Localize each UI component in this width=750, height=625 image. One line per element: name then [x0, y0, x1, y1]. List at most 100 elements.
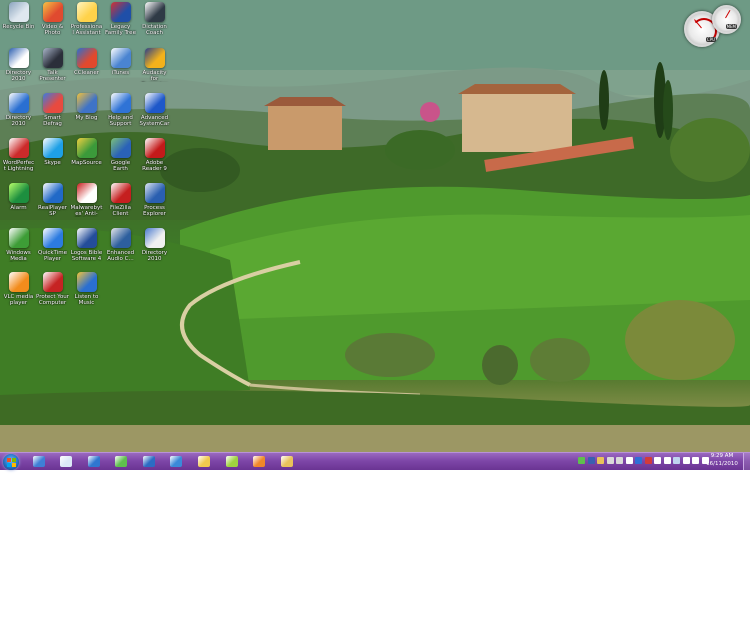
desktop-icon[interactable]: Video & Photo	[36, 2, 69, 36]
desktop-icon[interactable]: Audacity for Dummies	[138, 48, 171, 82]
desktop-icon-label: Protect Your Computer	[36, 294, 69, 306]
desktop-icon[interactable]: Legacy Family Tree	[104, 2, 137, 36]
desktop-icon-label: iTunes	[111, 70, 130, 76]
desktop-icon-label: Logos Bible Software 4	[70, 250, 103, 262]
tray-keyboard-icon[interactable]	[587, 457, 595, 464]
desktop-icon-label: Professional Assistant	[70, 24, 103, 36]
desktop-icon[interactable]: Enhanced Audio C...	[104, 228, 137, 262]
logos-icon	[76, 228, 97, 248]
show-desktop-button[interactable]	[743, 453, 750, 470]
word-pen-icon	[170, 456, 182, 467]
notepad-icon	[60, 456, 72, 467]
desktop-icon-label: Enhanced Audio C...	[106, 250, 135, 262]
taskbar-button[interactable]	[55, 454, 77, 469]
directory-doc-icon	[8, 48, 29, 68]
audio-icon	[110, 228, 131, 248]
music-icon	[76, 272, 97, 292]
tray-shield-icon[interactable]	[625, 457, 633, 464]
desktop-icon-label: My Blog	[75, 115, 98, 121]
taskbar-button[interactable]	[193, 454, 215, 469]
tray-folder-icon[interactable]	[597, 457, 604, 464]
vlc-icon	[8, 272, 29, 292]
tray-volume-icon[interactable]	[682, 457, 690, 464]
desktop-icon-label: RealPlayer SP	[38, 205, 67, 217]
desktop-icon[interactable]: Recycle Bin	[2, 2, 35, 36]
desktop-icon[interactable]: Adobe Reader 9	[138, 138, 171, 172]
desktop-icon[interactable]: Directory 2010	[138, 228, 171, 262]
desktop-icon-label: Talk Presenter	[39, 70, 66, 82]
tray-flag-icon[interactable]	[663, 457, 671, 464]
desktop-icon[interactable]: QuickTime Player	[36, 228, 69, 262]
desktop-icon[interactable]: VLC media player	[2, 272, 35, 306]
taskbar-button[interactable]	[276, 454, 298, 469]
desktop-icon[interactable]: iTunes	[104, 48, 137, 82]
tray-red-icon[interactable]	[644, 457, 652, 464]
desktop-icon[interactable]: Professional Assistant	[70, 2, 103, 36]
desktop-icon-label: Dictation Coach	[142, 24, 167, 36]
taskbar-button[interactable]	[83, 454, 105, 469]
tray-bluetooth-icon[interactable]	[635, 457, 642, 464]
desktop-icon-label: Audacity for Dummies	[142, 70, 167, 82]
desktop-icon[interactable]: Protect Your Computer	[36, 272, 69, 306]
quicktime-icon	[42, 228, 63, 248]
taskbar-button[interactable]	[110, 454, 132, 469]
desktop-icon[interactable]: Help and Support	[104, 93, 137, 127]
start-button[interactable]	[3, 454, 19, 470]
desktop-icon-label: Google Earth	[110, 160, 131, 172]
desktop-icon[interactable]: RealPlayer SP	[36, 183, 69, 217]
desktop-icon[interactable]: MapSource	[70, 138, 103, 172]
desktop-icon[interactable]: Advanced SystemCare	[138, 93, 171, 127]
desktop-icon[interactable]: Windows Media Center	[2, 228, 35, 262]
desktop-icon-label: Directory 2010	[5, 70, 32, 82]
skype-icon	[42, 138, 63, 158]
tray-app-icon[interactable]	[616, 457, 623, 464]
desktop-icon-label: Advanced SystemCare	[139, 115, 170, 127]
adobe-reader-icon	[144, 138, 165, 158]
desktop-icon[interactable]: Smart Defrag	[36, 93, 69, 127]
realplayer-icon	[42, 183, 63, 203]
desktop-icon[interactable]: FileZilla Client	[104, 183, 137, 217]
desktop-icon-label: Help and Support	[108, 115, 133, 127]
legacy-icon	[110, 2, 131, 22]
tray-battery-icon[interactable]	[692, 457, 699, 464]
desktop-wallpaper[interactable]: Recycle Bin Video & Photo Professional Ass…	[0, 0, 750, 452]
desktop-icon[interactable]: Google Earth	[104, 138, 137, 172]
desktop-icon-label: MapSource	[71, 160, 102, 166]
tray-printer-icon[interactable]	[606, 457, 614, 464]
desktop-icon[interactable]: Logos Bible Software 4	[70, 228, 103, 262]
desktop-icon-label: Directory 2010	[141, 250, 168, 262]
desktop-icon[interactable]: Directory 2010	[2, 48, 35, 82]
folder-icon	[198, 456, 210, 467]
desktop-icon[interactable]: Directory 2010	[2, 93, 35, 127]
desktop-icon[interactable]: Talk Presenter	[36, 48, 69, 82]
memory-meter-gadget[interactable]: MEM	[712, 5, 741, 34]
taskbar-button[interactable]	[138, 454, 160, 469]
desktop-icon[interactable]: Listen to Music	[70, 272, 103, 306]
desktop-icon[interactable]: Skype	[36, 138, 69, 172]
internet-explorer-icon	[88, 456, 100, 467]
taskbar-button[interactable]	[28, 454, 50, 469]
clock-time: 9:29 AM	[710, 453, 734, 459]
desktop-icon[interactable]: Alarm	[2, 183, 35, 217]
alarm-icon	[8, 183, 29, 203]
taskbar-button[interactable]	[248, 454, 270, 469]
desktop-icon-label: Legacy Family Tree	[105, 24, 136, 36]
taskbar-button[interactable]	[165, 454, 187, 469]
tray-monitor-icon[interactable]	[673, 457, 680, 464]
desktop-icon[interactable]: Dictation Coach	[138, 2, 171, 36]
libraries-icon	[281, 456, 293, 467]
notes-doc-icon	[144, 228, 165, 248]
media-center-icon	[8, 228, 29, 248]
tray-app2-icon[interactable]	[654, 457, 661, 464]
desktop-icon[interactable]: My Blog	[70, 93, 103, 127]
desktop-icon[interactable]: WordPerfect Lightning	[2, 138, 35, 172]
tray-network-icon[interactable]	[578, 457, 585, 464]
taskbar-button[interactable]	[221, 454, 243, 469]
desktop-icon[interactable]: CCleaner	[70, 48, 103, 82]
desktop-icon-label: WordPerfect Lightning	[2, 160, 35, 172]
desktop-icon-label: FileZilla Client	[110, 205, 131, 217]
clock-date: 16/11/2010	[706, 460, 738, 467]
desktop-icon[interactable]: Malwarebytes' Anti-Malware	[70, 183, 103, 217]
desktop-icon[interactable]: Process Explorer	[138, 183, 171, 217]
system-clock[interactable]: 9:29 AM 16/11/2010	[704, 453, 740, 468]
